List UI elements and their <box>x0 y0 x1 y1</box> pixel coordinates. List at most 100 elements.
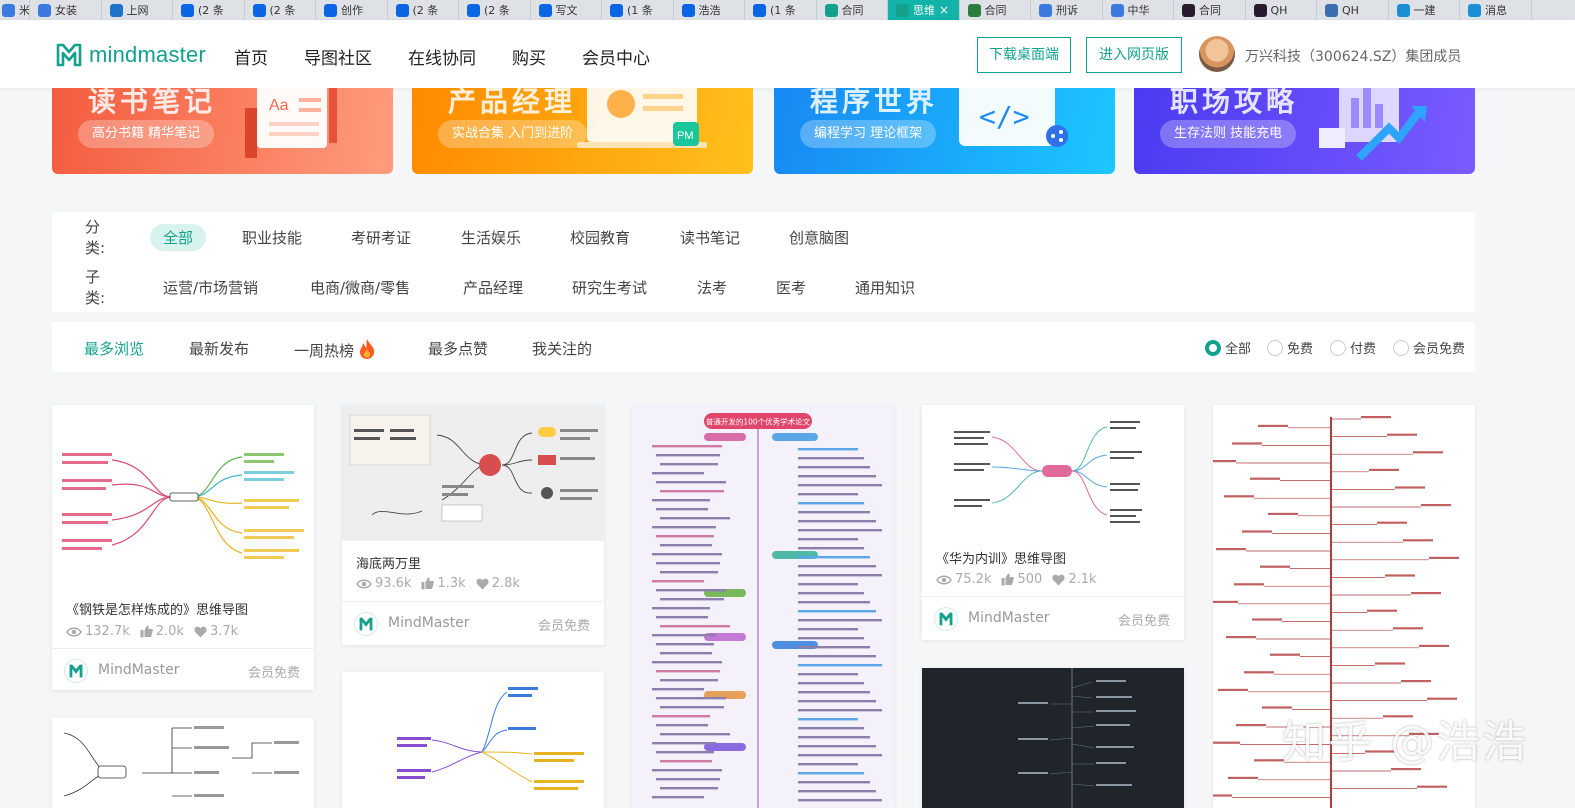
heart-icon <box>1052 574 1065 585</box>
avatar[interactable] <box>1199 36 1235 72</box>
subcategory-med-exam[interactable]: 医考 <box>776 277 806 298</box>
browser-tab[interactable]: (2 条 <box>173 0 245 20</box>
price-paid-radio[interactable]: 付费 <box>1330 338 1376 357</box>
browser-tab[interactable]: 浩浩 <box>674 0 745 20</box>
subcategory-marketing[interactable]: 运营/市场营销 <box>163 277 258 298</box>
subcategory-general[interactable]: 通用知识 <box>855 277 915 298</box>
zhihu-icon <box>395 3 409 17</box>
browser-tab[interactable]: 女装 <box>30 0 102 20</box>
branch-text <box>798 466 870 469</box>
price-free-radio[interactable]: 免费 <box>1267 338 1313 357</box>
views-stat: 75.2k <box>936 572 991 587</box>
browser-tab[interactable]: (2 条 <box>388 0 459 20</box>
template-card[interactable] <box>52 718 314 808</box>
banner-reading-notes[interactable]: 读书笔记 高分书籍 精华笔记 Aa <box>52 88 393 174</box>
browser-tab[interactable]: 合同 <box>817 0 888 20</box>
branch-text <box>798 637 864 640</box>
branch-text <box>798 538 858 541</box>
browser-tab-label: 合同 <box>841 4 864 17</box>
svg-text:</>: </> <box>979 100 1030 133</box>
browser-tab[interactable]: QH <box>1317 0 1389 20</box>
browser-tab[interactable]: 一建 <box>1389 0 1460 20</box>
branch-text <box>660 652 712 655</box>
branch-text <box>652 715 710 718</box>
branch-text <box>652 580 704 583</box>
category-reading[interactable]: 读书笔记 <box>680 227 740 248</box>
banner-product-manager[interactable]: 产品经理 实战合集 入门到进阶 PM <box>412 88 753 174</box>
browser-tab[interactable]: (2 条 <box>245 0 316 20</box>
browser-tab[interactable]: 米 <box>0 0 30 20</box>
sort-most-viewed[interactable]: 最多浏览 <box>84 338 144 359</box>
banner-programming[interactable]: 程序世界 编程学习 理论框架 </> <box>774 88 1115 174</box>
branch-text <box>660 625 730 628</box>
zhihu-watermark: 知乎 @浩浩 <box>1282 717 1528 768</box>
sort-newest[interactable]: 最新发布 <box>189 338 249 359</box>
zhihu-icon <box>252 3 266 17</box>
browser-tab-label: (2 条 <box>198 4 224 17</box>
browser-tab[interactable]: (2 条 <box>459 0 531 20</box>
category-campus[interactable]: 校园教育 <box>570 227 630 248</box>
nav-collab[interactable]: 在线协同 <box>408 44 476 69</box>
branch-text <box>1377 521 1407 524</box>
open-web-button[interactable]: 进入网页版 <box>1086 37 1182 73</box>
template-card[interactable] <box>342 672 604 808</box>
download-desktop-button[interactable]: 下载桌面端 <box>977 37 1071 73</box>
category-all[interactable]: 全部 <box>150 223 207 251</box>
branch-text <box>656 454 720 457</box>
banner-workplace[interactable]: 职场攻略 生存法则 技能充电 <box>1134 88 1475 174</box>
browser-tab[interactable]: 刑诉 <box>1031 0 1103 20</box>
browser-tab[interactable]: 写文 <box>531 0 602 20</box>
price-vip-free-label: 会员免费 <box>1413 342 1466 357</box>
banner-title: 产品经理 <box>448 88 577 118</box>
branch-text <box>1429 556 1459 559</box>
sort-following[interactable]: 我关注的 <box>532 338 592 359</box>
browser-tab[interactable]: 合同 <box>1174 0 1246 20</box>
browser-tab[interactable]: QH <box>1246 0 1317 20</box>
browser-tab[interactable]: 思维 × <box>888 0 960 20</box>
logo[interactable]: mindmaster <box>55 42 206 68</box>
tab-close-icon[interactable]: × <box>939 3 949 17</box>
browser-tab[interactable]: (1 条 <box>745 0 817 20</box>
card-author[interactable]: MindMaster <box>388 615 470 631</box>
price-all-radio[interactable]: 全部 <box>1205 338 1251 357</box>
category-life[interactable]: 生活娱乐 <box>461 227 521 248</box>
subcategory-grad-exam[interactable]: 研究生考试 <box>572 277 647 298</box>
subcategory-law-exam[interactable]: 法考 <box>697 277 727 298</box>
mindmap-thumbnail <box>922 405 1184 540</box>
browser-tab[interactable]: 创作 <box>316 0 388 20</box>
card-author[interactable]: MindMaster <box>968 610 1050 626</box>
sort-most-liked[interactable]: 最多点赞 <box>428 338 488 359</box>
browser-tab[interactable]: 中华 <box>1103 0 1174 20</box>
category-career[interactable]: 职业技能 <box>242 227 302 248</box>
branch-text <box>660 787 718 790</box>
price-vip-free-radio[interactable]: 会员免费 <box>1393 338 1465 357</box>
likes-count: 500 <box>1017 572 1043 587</box>
branch-text <box>798 673 858 676</box>
subcategory-ecommerce[interactable]: 电商/微商/零售 <box>310 277 410 298</box>
category-exams[interactable]: 考研考证 <box>351 227 411 248</box>
nav-buy[interactable]: 购买 <box>512 44 546 69</box>
browser-tab[interactable]: (1 条 <box>602 0 674 20</box>
template-card[interactable]: 《华为内训》思维导图 75.2k 500 2.1k MindMaster 会员免… <box>922 405 1184 640</box>
nav-vip[interactable]: 会员中心 <box>582 44 650 69</box>
category-creative[interactable]: 创意脑图 <box>789 227 849 248</box>
radio-icon <box>1267 339 1283 356</box>
nav-community[interactable]: 导图社区 <box>304 44 372 69</box>
code-icon: </> <box>959 88 1068 147</box>
card-author[interactable]: MindMaster <box>98 662 180 678</box>
browser-tab[interactable]: 消息 <box>1460 0 1532 20</box>
nav-home[interactable]: 首页 <box>234 44 268 69</box>
browser-tab[interactable]: 上网 <box>102 0 173 20</box>
subcategory-pm[interactable]: 产品经理 <box>463 277 523 298</box>
template-card[interactable]: 普通开发的100个优秀学术论文 <box>632 405 894 808</box>
template-card[interactable]: 《钢铁是怎样炼成的》思维导图 132.7k 2.0k 3.7k MindMast… <box>52 405 314 690</box>
branch-text <box>1367 609 1397 612</box>
branch-text <box>1216 548 1246 551</box>
pm-badge: PM <box>677 130 694 142</box>
filter-panel: 分类: 全部 职业技能 考研考证 生活娱乐 校园教育 读书笔记 创意脑图 子类:… <box>52 212 1475 312</box>
browser-tab[interactable]: 合同 <box>960 0 1031 20</box>
price-paid-label: 付费 <box>1350 342 1377 357</box>
sort-weekly-hot[interactable]: 一周热榜 <box>294 338 376 361</box>
template-card[interactable] <box>922 668 1184 808</box>
template-card[interactable]: 海底两万里 93.6k 1.3k 2.8k MindMaster 会员免费 <box>342 405 604 645</box>
